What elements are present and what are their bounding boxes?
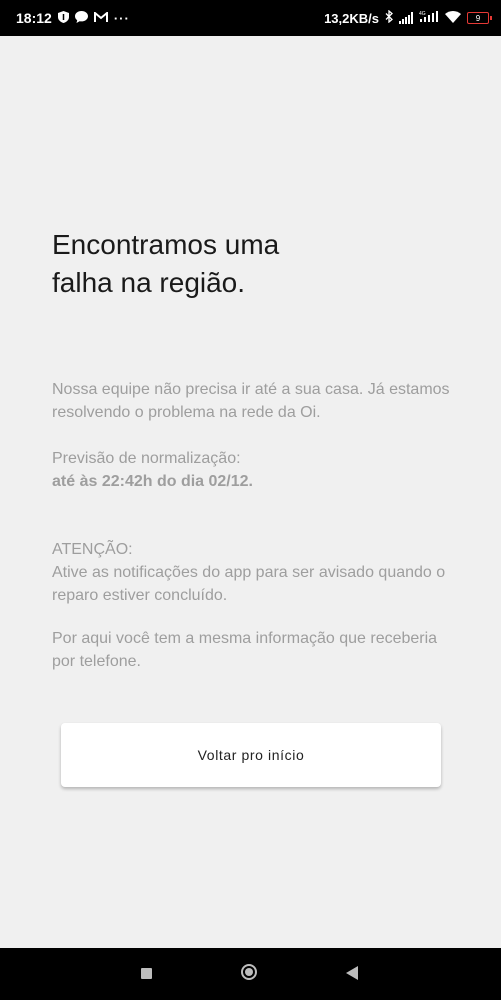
attention-label: ATENÇÃO: [52, 541, 133, 558]
battery-icon: 9 [467, 12, 492, 24]
more-notifications-icon: ··· [113, 10, 130, 26]
signal-strength-icon [399, 12, 413, 24]
gmail-icon [93, 10, 108, 26]
back-icon[interactable] [346, 966, 358, 980]
network-speed: 13,2KB/s [324, 10, 379, 26]
system-nav-bar [0, 948, 501, 1000]
forecast-label: Previsão de normalização: [52, 450, 241, 467]
clock: 18:12 [16, 10, 52, 26]
recent-apps-icon[interactable] [141, 968, 152, 979]
page-title: Encontramos uma falha na região. [52, 229, 280, 298]
forecast-value: até às 22:42h do dia 02/12. [52, 473, 253, 490]
status-bar: 18:12 ··· 13,2KB/s 4G 9 [0, 0, 501, 36]
signal-4g-icon: 4G [419, 10, 439, 26]
attention-block: ATENÇÃO: Ative as notificações do app pa… [52, 538, 452, 607]
home-icon[interactable] [241, 964, 257, 980]
back-to-home-button[interactable]: Voltar pro início [61, 723, 441, 787]
forecast-block: Previsão de normalização: até às 22:42h … [52, 447, 452, 493]
wifi-icon [445, 10, 461, 26]
status-bar-left: 18:12 ··· [16, 0, 130, 36]
chat-bubble-icon [74, 10, 88, 26]
phone-info-text: Por aqui você tem a mesma informação que… [52, 630, 438, 670]
attention-text: Ative as notificações do app para ser av… [52, 564, 446, 604]
battery-level: 9 [475, 13, 481, 23]
status-bar-right: 13,2KB/s 4G 9 [324, 0, 492, 36]
back-to-home-label: Voltar pro início [197, 747, 305, 763]
info-paragraph: Nossa equipe não precisa ir até a sua ca… [52, 381, 450, 421]
shield-icon [57, 10, 69, 26]
bluetooth-icon [385, 9, 393, 26]
svg-text:4G: 4G [419, 11, 426, 17]
